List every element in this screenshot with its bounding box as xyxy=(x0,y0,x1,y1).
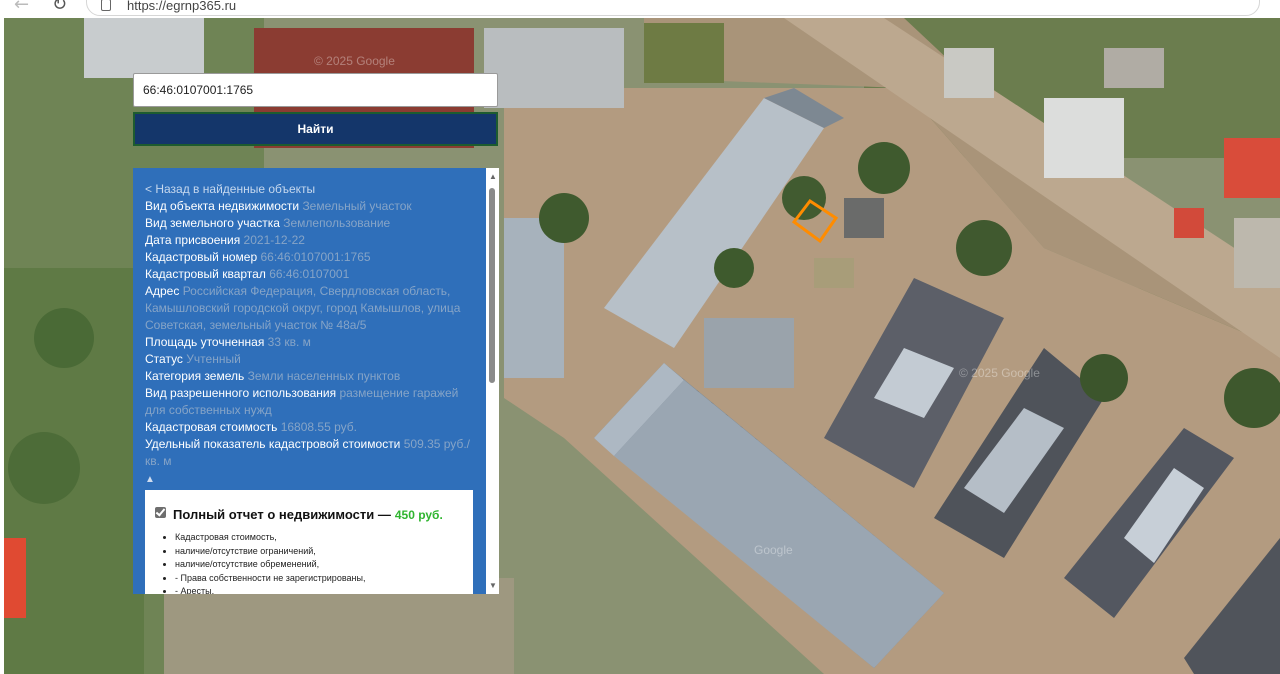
field-label: Адрес xyxy=(145,284,180,298)
scroll-down-arrow-icon[interactable]: ▼ xyxy=(489,581,497,590)
scroll-up-arrow-icon[interactable]: ▲ xyxy=(489,172,497,181)
field-land-category: Категория земель Земли населенных пункто… xyxy=(145,368,475,385)
property-info-panel[interactable]: < Назад в найденные объекты Вид объекта … xyxy=(133,168,499,594)
field-value: 66:46:0107001:1765 xyxy=(260,250,371,264)
field-label: Статус xyxy=(145,352,183,366)
field-label: Вид разрешенного использования xyxy=(145,386,337,400)
field-specific-value: Удельный показатель кадастровой стоимост… xyxy=(145,436,475,470)
back-arrow-icon[interactable]: ← xyxy=(14,0,29,15)
field-label: Вид объекта недвижимости xyxy=(145,199,300,213)
field-value: Учтенный xyxy=(186,352,241,366)
back-to-results-link[interactable]: < Назад в найденные объекты xyxy=(145,181,475,198)
search-button[interactable]: Найти xyxy=(133,112,498,146)
report-price: 450 руб. xyxy=(394,508,443,522)
cadastral-search-input[interactable] xyxy=(133,73,498,107)
report-title: Полный отчет о недвижимости — xyxy=(173,507,391,522)
url-text: https://egrnp365.ru xyxy=(127,0,237,13)
field-permitted-use: Вид разрешенного использования размещени… xyxy=(145,385,475,419)
field-value: 66:46:0107001 xyxy=(269,267,350,281)
field-value: 16808.55 руб. xyxy=(280,420,357,434)
report-checkbox[interactable] xyxy=(155,507,166,518)
field-cadastral-value: Кадастровая стоимость 16808.55 руб. xyxy=(145,419,475,436)
full-report-box[interactable]: Полный отчет о недвижимости —450 руб. Ка… xyxy=(145,490,473,594)
field-address: Адрес Российская Федерация, Свердловская… xyxy=(145,283,475,334)
address-bar[interactable]: https://egrnp365.ru xyxy=(86,0,1260,16)
field-area: Площадь уточненная 33 кв. м xyxy=(145,334,475,351)
list-item: Кадастровая стоимость, xyxy=(175,531,463,545)
field-value: 33 кв. м xyxy=(267,335,311,349)
panel-content: < Назад в найденные объекты Вид объекта … xyxy=(133,168,487,594)
scrollbar-thumb[interactable] xyxy=(489,188,495,383)
browser-toolbar: ← ↻ https://egrnp365.ru xyxy=(0,0,1280,18)
panel-scrollbar[interactable]: ▲ ▼ xyxy=(486,168,499,594)
collapse-arrow-icon[interactable]: ▲ xyxy=(145,471,475,488)
list-item: наличие/отсутствие ограничений, xyxy=(175,545,463,559)
field-assign-date: Дата присвоения 2021-12-22 xyxy=(145,232,475,249)
field-cadastral-number: Кадастровый номер 66:46:0107001:1765 xyxy=(145,249,475,266)
report-items-list: Кадастровая стоимость, наличие/отсутстви… xyxy=(155,531,463,594)
field-object-type: Вид объекта недвижимости Земельный участ… xyxy=(145,198,475,215)
reload-icon[interactable]: ↻ xyxy=(52,0,67,15)
map-watermark: Google xyxy=(754,543,793,557)
field-label: Кадастровый квартал xyxy=(145,267,266,281)
field-label: Дата присвоения xyxy=(145,233,241,247)
field-value: Земли населенных пунктов xyxy=(247,369,401,383)
field-cadastral-quarter: Кадастровый квартал 66:46:0107001 xyxy=(145,266,475,283)
field-status: Статус Учтенный xyxy=(145,351,475,368)
report-header: Полный отчет о недвижимости —450 руб. xyxy=(155,506,463,524)
list-item: наличие/отсутствие обременений, xyxy=(175,558,463,572)
field-land-type: Вид земельного участка Землепользование xyxy=(145,215,475,232)
field-label: Кадастровый номер xyxy=(145,250,258,264)
field-label: Удельный показатель кадастровой стоимост… xyxy=(145,437,401,451)
field-value: Российская Федерация, Свердловская облас… xyxy=(145,284,461,332)
page-info-icon[interactable] xyxy=(101,0,111,11)
field-label: Площадь уточненная xyxy=(145,335,265,349)
field-value: Землепользование xyxy=(283,216,391,230)
field-label: Вид земельного участка xyxy=(145,216,280,230)
field-label: Категория земель xyxy=(145,369,245,383)
field-value: 2021-12-22 xyxy=(243,233,305,247)
list-item: - Аресты, xyxy=(175,585,463,594)
list-item: - Права собственности не зарегистрирован… xyxy=(175,572,463,586)
map-watermark: © 2025 Google xyxy=(314,54,395,68)
field-label: Кадастровая стоимость xyxy=(145,420,278,434)
field-value: Земельный участок xyxy=(302,199,412,213)
map-watermark: © 2025 Google xyxy=(959,366,1040,380)
